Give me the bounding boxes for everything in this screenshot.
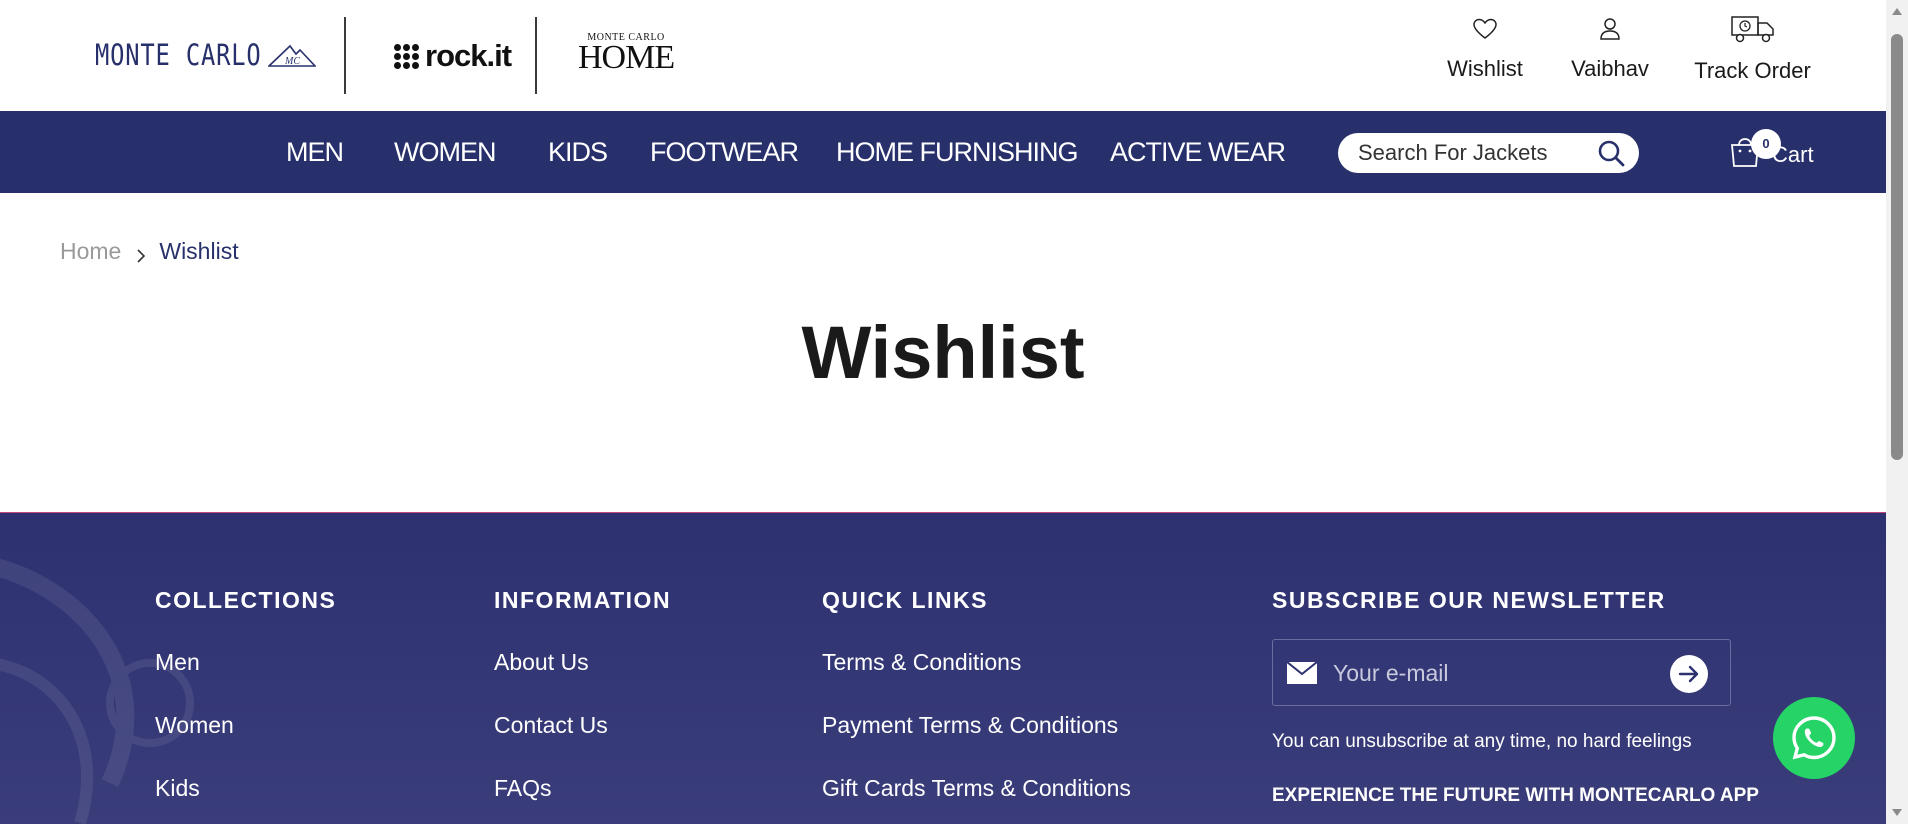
page-scrollbar[interactable] [1886, 0, 1908, 824]
newsletter-email-input[interactable] [1333, 658, 1633, 688]
footer-link-terms[interactable]: Terms & Conditions [822, 649, 1021, 676]
heart-icon [1473, 18, 1497, 39]
site-footer: COLLECTIONS Men Women Kids INFORMATION A… [0, 512, 1886, 824]
app-promo-text: EXPERIENCE THE FUTURE WITH MONTECARLO AP… [1272, 785, 1759, 806]
montecarlo-home-logo[interactable]: MONTE CARLO HOME [578, 32, 675, 76]
rockit-dots-icon [394, 43, 419, 69]
whatsapp-icon [1792, 716, 1836, 760]
newsletter-form [1272, 639, 1731, 706]
scroll-up-arrow-icon[interactable] [1892, 8, 1902, 15]
arrow-right-icon [1678, 665, 1699, 683]
chevron-right-icon [137, 248, 146, 263]
rockit-logo-text: rock.it [425, 38, 512, 73]
nav-item-men[interactable]: MEN [286, 137, 344, 168]
account-link[interactable]: Vaibhav [1565, 14, 1655, 82]
account-label: Vaibhav [1571, 56, 1649, 81]
footer-link-payment-terms[interactable]: Payment Terms & Conditions [822, 712, 1118, 739]
footer-link-women[interactable]: Women [155, 712, 234, 739]
newsletter-note: You can unsubscribe at any time, no hard… [1272, 731, 1692, 752]
cart-count-badge: 0 [1751, 129, 1781, 159]
footer-link-gift-card-terms[interactable]: Gift Cards Terms & Conditions [822, 775, 1131, 802]
newsletter-submit-button[interactable] [1670, 655, 1708, 693]
search-box [1338, 133, 1639, 173]
nav-item-footwear[interactable]: FOOTWEAR [650, 137, 799, 168]
quick-links-heading: QUICK LINKS [822, 587, 988, 613]
track-order-link[interactable]: Track Order [1690, 14, 1815, 84]
wishlist-label: Wishlist [1447, 56, 1523, 81]
newsletter-heading: SUBSCRIBE OUR NEWSLETTER [1272, 587, 1666, 613]
montecarlo-mountain-icon: MC [268, 44, 317, 67]
cart-button[interactable]: 0 Cart [1728, 129, 1814, 169]
wishlist-link[interactable]: Wishlist [1440, 14, 1530, 82]
scrollbar-thumb[interactable] [1891, 34, 1903, 460]
logo-divider [535, 17, 537, 94]
track-order-label: Track Order [1694, 58, 1811, 83]
nav-item-home-furnishing[interactable]: HOME FURNISHING [836, 137, 1078, 168]
nav-item-women[interactable]: WOMEN [394, 137, 496, 168]
breadcrumb-home[interactable]: Home [60, 238, 121, 265]
truck-icon [1730, 16, 1774, 43]
footer-link-about-us[interactable]: About Us [494, 649, 589, 676]
nav-item-kids[interactable]: KIDS [548, 137, 608, 168]
breadcrumb-current: Wishlist [159, 238, 239, 264]
user-icon [1600, 18, 1620, 40]
svg-text:MC: MC [284, 56, 300, 67]
footer-link-men[interactable]: Men [155, 649, 200, 676]
footer-link-faqs[interactable]: FAQs [494, 775, 552, 802]
top-header: MONTE CARLO MC rock.it MONTE CARLO HOME … [0, 0, 1886, 111]
logo-divider [344, 17, 346, 94]
search-input[interactable] [1358, 139, 1588, 167]
home-logo-big-text: HOME [578, 39, 675, 76]
breadcrumb: Home Wishlist [60, 238, 239, 265]
mail-icon [1287, 662, 1317, 684]
rockit-logo[interactable]: rock.it [394, 38, 512, 74]
footer-link-contact-us[interactable]: Contact Us [494, 712, 608, 739]
search-icon[interactable] [1597, 139, 1625, 167]
main-nav: MEN WOMEN KIDS FOOTWEAR HOME FURNISHING … [0, 111, 1886, 193]
whatsapp-button[interactable] [1773, 697, 1855, 779]
scroll-down-arrow-icon[interactable] [1892, 809, 1902, 816]
nav-item-active-wear[interactable]: ACTIVE WEAR [1110, 137, 1286, 168]
page-title: Wishlist [801, 311, 1085, 394]
information-heading: INFORMATION [494, 587, 672, 613]
montecarlo-logo[interactable]: MONTE CARLO MC [95, 38, 317, 72]
collections-heading: COLLECTIONS [155, 587, 337, 613]
montecarlo-logo-text: MONTE CARLO [95, 38, 262, 72]
footer-link-kids[interactable]: Kids [155, 775, 200, 802]
